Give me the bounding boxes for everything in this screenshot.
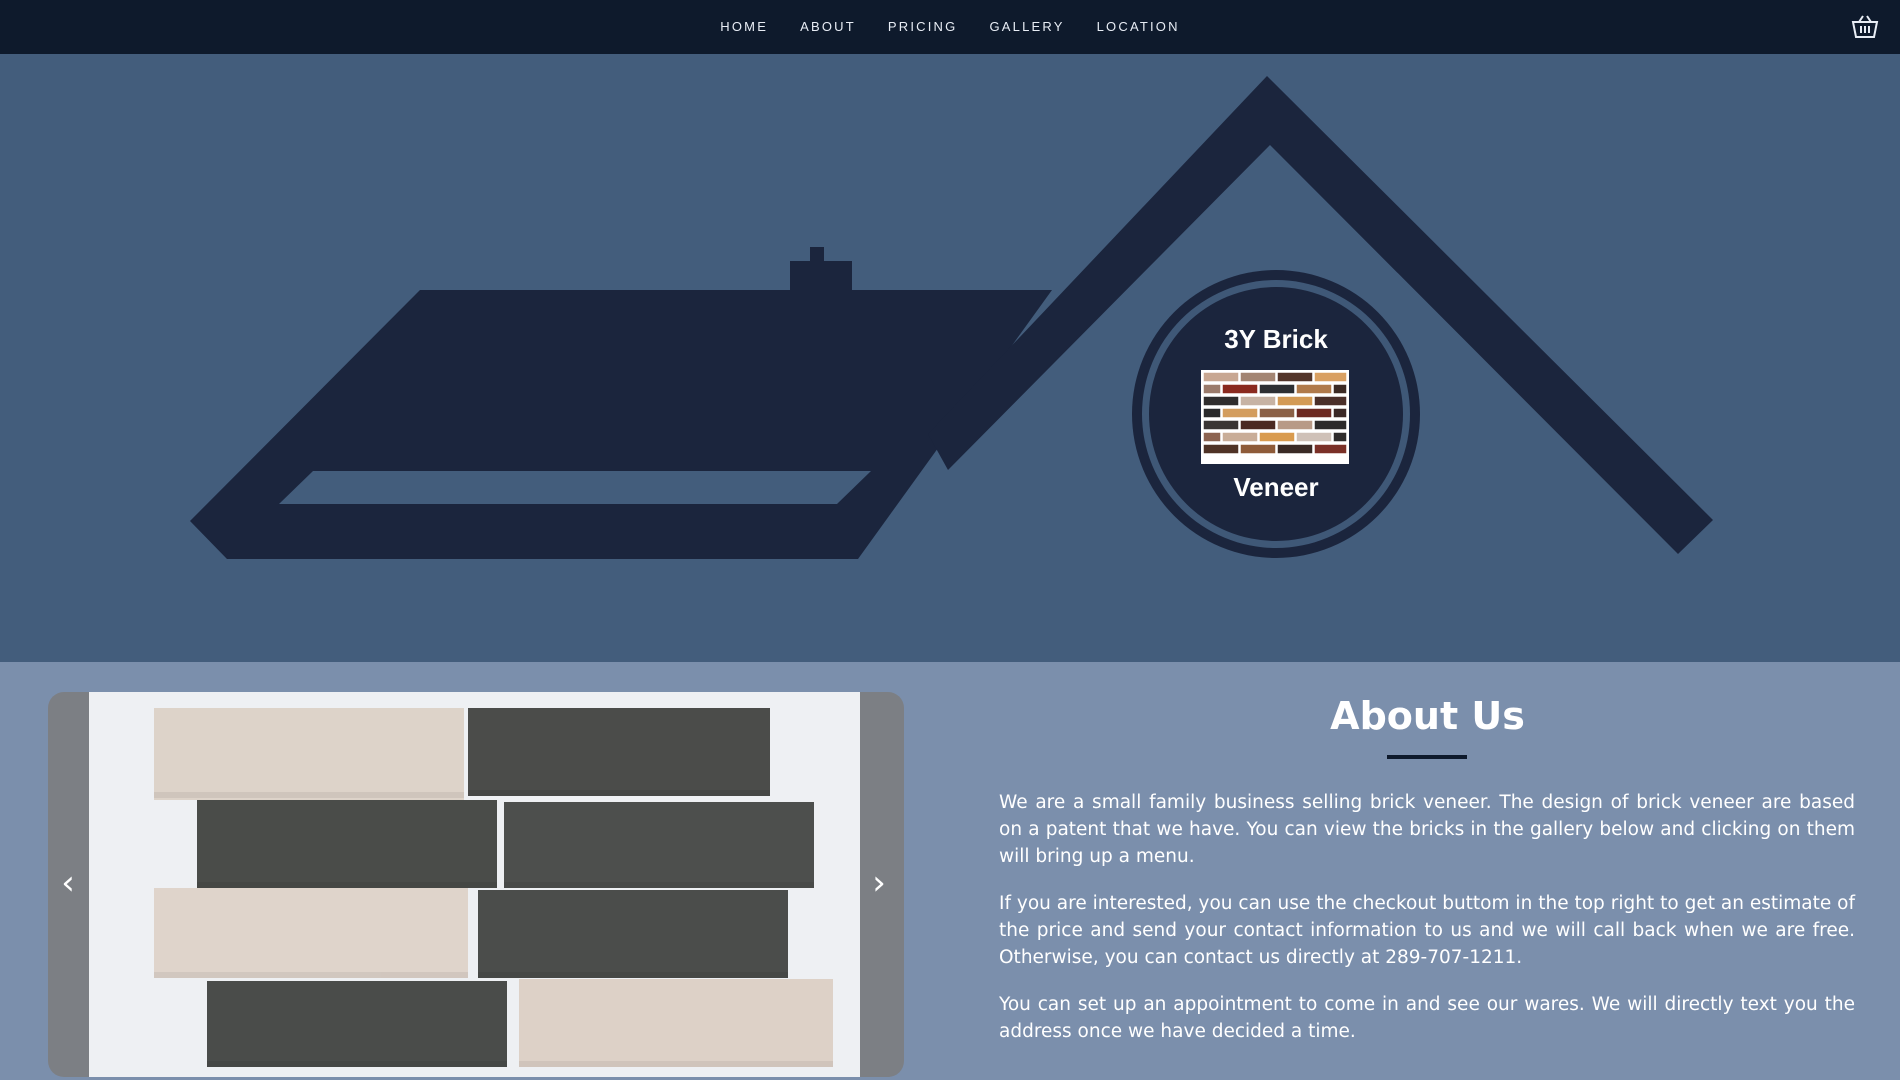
about-paragraph-2: If you are interested, you can use the c… (999, 893, 1855, 968)
hero-banner: 3Y Brick Veneer (0, 54, 1900, 662)
logo-title-line2: Veneer (1233, 472, 1319, 502)
image-carousel: ‹ › (48, 692, 904, 1077)
logo-title-line1: 3Y Brick (1224, 324, 1328, 354)
basket-icon[interactable] (1850, 13, 1880, 41)
about-heading: About Us (1330, 694, 1525, 738)
heading-underline (1387, 755, 1467, 759)
carousel-prev-button[interactable]: ‹ (53, 858, 83, 908)
nav-about[interactable]: ABOUT (784, 0, 872, 54)
top-navigation-bar: HOME ABOUT PRICING GALLERY LOCATION (0, 0, 1900, 54)
main-menu: HOME ABOUT PRICING GALLERY LOCATION (0, 0, 1900, 54)
about-paragraph-1: We are a small family business selling b… (999, 792, 1855, 867)
brick-samples-photo (89, 692, 860, 1077)
nav-home[interactable]: HOME (704, 0, 784, 54)
about-paragraph-3: You can set up an appointment to come in… (999, 994, 1855, 1042)
nav-pricing[interactable]: PRICING (872, 0, 974, 54)
about-body: We are a small family business selling b… (999, 789, 1855, 1065)
nav-location[interactable]: LOCATION (1081, 0, 1196, 54)
brick-logo-icon (1201, 370, 1349, 464)
carousel-next-button[interactable]: › (864, 858, 894, 908)
nav-gallery[interactable]: GALLERY (973, 0, 1080, 54)
carousel-image[interactable] (89, 692, 860, 1077)
house-silhouette-illustration (190, 76, 1713, 559)
